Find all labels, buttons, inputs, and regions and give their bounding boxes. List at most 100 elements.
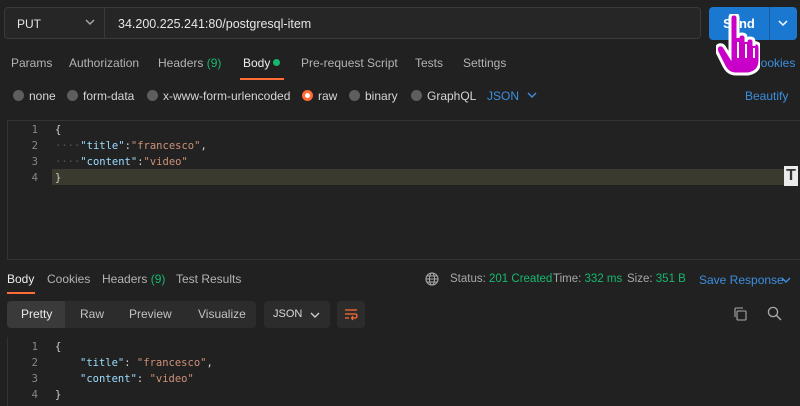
code-line: "content": "video" [80, 373, 194, 385]
response-status: Status: 201 Created [450, 273, 552, 285]
url-text: 34.200.225.241:80/postgresql-item [118, 17, 312, 31]
json-value: "francesco" [130, 140, 201, 152]
radio-raw[interactable] [302, 90, 313, 101]
brace-close: } [55, 389, 62, 401]
radio-none[interactable] [13, 90, 24, 101]
json-comma: , [200, 140, 207, 152]
line-number: 4 [31, 172, 38, 184]
line-number: 2 [31, 357, 38, 369]
tab-label: Headers [102, 272, 148, 286]
code-line: } [55, 172, 61, 184]
code-line: ····"title":"francesco", [55, 140, 207, 152]
line-number: 1 [31, 341, 38, 353]
code-line: "title": "francesco", [80, 357, 213, 369]
copy-icon[interactable] [733, 307, 747, 321]
line-number: 3 [31, 156, 38, 168]
search-icon[interactable] [767, 306, 782, 321]
tab-tests[interactable]: Tests [415, 56, 443, 70]
response-time: Time: 332 ms [553, 273, 622, 285]
hand-pointer-icon [716, 14, 760, 76]
tab-label: Body [243, 56, 271, 70]
save-response-button[interactable]: Save Response [699, 273, 784, 287]
radio-form-data[interactable] [67, 90, 78, 101]
tab-params[interactable]: Params [11, 56, 52, 70]
chevron-down-icon [85, 19, 95, 25]
method-label: PUT [17, 17, 41, 31]
json-key: "content" [80, 156, 138, 168]
json-colon: : [136, 373, 150, 385]
time-value: 332 ms [584, 273, 623, 285]
wrap-lines-button[interactable] [337, 301, 365, 328]
radio-label-raw: raw [318, 89, 338, 103]
url-input[interactable]: 34.200.225.241:80/postgresql-item [104, 7, 701, 39]
tab-label: Cookies [47, 272, 91, 286]
json-value: "video" [149, 373, 194, 385]
indent-dots: ···· [55, 140, 81, 152]
view-mode-raw[interactable]: Raw [80, 307, 104, 321]
tab-label: Tests [415, 56, 444, 70]
send-options-button[interactable] [769, 7, 797, 40]
tab-pre-request-script[interactable]: Pre-request Script [301, 56, 398, 70]
tab-label: Authorization [69, 56, 140, 70]
tab-settings[interactable]: Settings [463, 56, 506, 70]
response-format-label: JSON [273, 308, 303, 320]
view-mode-pretty[interactable]: Pretty [21, 307, 52, 321]
globe-icon[interactable] [425, 272, 439, 286]
radio-label-urlencoded: x-www-form-urlencoded [163, 89, 291, 103]
json-key: "content" [80, 373, 137, 385]
tab-label: Params [11, 56, 53, 70]
chevron-down-icon [527, 92, 537, 98]
status-value: 201 Created [489, 273, 553, 285]
radio-label-none: none [29, 89, 56, 103]
radio-label-binary: binary [365, 89, 398, 103]
json-colon: : [124, 357, 137, 369]
text-cursor-icon: T [784, 166, 798, 186]
radio-graphql[interactable] [411, 90, 422, 101]
radio-urlencoded[interactable] [147, 90, 158, 101]
active-response-tab-indicator [7, 292, 35, 294]
json-key: "title" [80, 140, 125, 152]
tab-label: Headers [158, 56, 204, 70]
response-tab-headers[interactable]: Headers (9) [102, 272, 165, 286]
chevron-down-icon [778, 20, 788, 27]
json-value: "francesco" [136, 357, 207, 369]
response-tab-test-results[interactable]: Test Results [176, 272, 241, 286]
current-line-highlight [52, 169, 790, 185]
response-headers-count: (9) [150, 272, 166, 286]
line-number: 1 [31, 124, 38, 136]
response-tab-cookies[interactable]: Cookies [47, 272, 90, 286]
size-value: 351 B [655, 273, 686, 285]
view-mode-preview[interactable]: Preview [129, 307, 172, 321]
code-line: { [55, 341, 61, 353]
view-mode-visualize[interactable]: Visualize [198, 307, 246, 321]
time-label: Time: [553, 273, 582, 285]
chevron-down-icon [310, 312, 320, 318]
code-line: { [55, 124, 61, 136]
response-size: Size: 351 B [627, 273, 686, 285]
brace-open: { [55, 341, 62, 353]
json-value: "video" [143, 156, 188, 168]
response-tab-body[interactable]: Body [7, 272, 34, 286]
method-select[interactable]: PUT [4, 7, 105, 39]
response-format-select[interactable]: JSON [264, 301, 330, 328]
response-body-viewer[interactable] [7, 337, 800, 406]
line-number: 3 [31, 373, 38, 385]
status-label: Status: [450, 273, 486, 285]
radio-binary[interactable] [349, 90, 360, 101]
json-key: "title" [80, 357, 125, 369]
line-number: 2 [31, 140, 38, 152]
code-line: ····"content":"video" [55, 156, 188, 168]
tab-authorization[interactable]: Authorization [69, 56, 139, 70]
radio-label-form-data: form-data [83, 89, 135, 103]
radio-label-graphql: GraphQL [427, 89, 477, 103]
beautify-link[interactable]: Beautify [745, 89, 788, 103]
tab-label: Body [7, 272, 35, 286]
chevron-down-icon[interactable] [781, 276, 791, 284]
size-label: Size: [627, 273, 653, 285]
line-number: 4 [31, 389, 38, 401]
body-format-select[interactable]: JSON [487, 89, 519, 103]
active-tab-indicator [240, 78, 284, 80]
tab-headers[interactable]: Headers (9) [158, 56, 221, 70]
tab-label: Test Results [176, 272, 242, 286]
tab-body[interactable]: Body [243, 56, 270, 70]
